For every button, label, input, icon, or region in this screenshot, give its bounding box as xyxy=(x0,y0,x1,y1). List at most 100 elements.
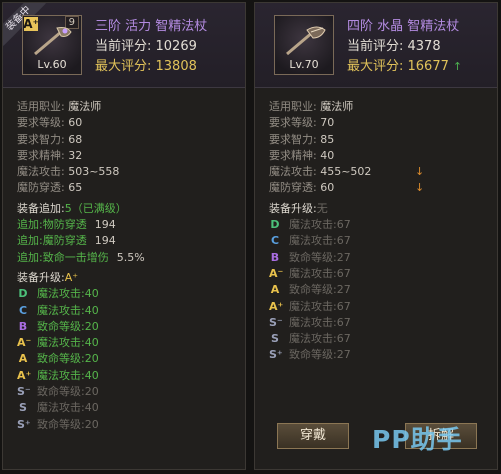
grade-icon: S xyxy=(19,401,27,415)
compare-item-tooltip: Lv.70 四阶 水晶 智精法杖 当前评分: 4378 最大评分: 16677 ↑… xyxy=(254,2,498,470)
grade-icon: C xyxy=(270,234,280,248)
upgrade-text: 致命等级:20 xyxy=(37,417,99,431)
item-header: 装备中 A⁺ 9 Lv.60 三阶 活力 智精法杖 当前评分: 10269 最大… xyxy=(3,3,245,88)
grade-icon: S xyxy=(271,332,279,346)
item-name: 四阶 水晶 智精法杖 xyxy=(347,19,460,34)
stat-label: 要求等级: xyxy=(269,116,321,130)
max-score: 最大评分: 13808 xyxy=(95,59,197,74)
stat-label: 要求智力: xyxy=(17,132,69,146)
grade-icon: A⁻ xyxy=(17,336,32,350)
grade-icon: A xyxy=(18,352,28,366)
stat-value: 60 xyxy=(320,181,335,195)
upgrade-text: 致命等级:20 xyxy=(37,385,99,399)
upgrade-text: 魔法攻击:67 xyxy=(289,218,351,232)
grade-icon: A xyxy=(270,283,280,297)
stat-value: 68 xyxy=(68,132,83,146)
upgrade-row: S⁻ 致命等级:20 xyxy=(17,384,237,400)
enhance-value: 5.5% xyxy=(116,250,145,264)
grade-icon: S⁻ xyxy=(269,315,283,329)
stat-label: 魔法攻击: xyxy=(269,165,321,179)
enhance-label: 追加:魔防穿透 xyxy=(17,234,87,248)
upgrade-text: 致命等级:27 xyxy=(289,250,351,264)
stat-row: 要求等级: 70 xyxy=(269,115,489,131)
upgrade-text: 魔法攻击:67 xyxy=(289,234,351,248)
grade-icon: A⁻ xyxy=(269,266,284,280)
current-score: 当前评分: 10269 xyxy=(95,39,197,54)
upgrade-title: 装备升级:A⁺ xyxy=(17,270,237,286)
upgrade-row: C 魔法攻击:40 xyxy=(17,303,237,319)
upgrade-row: S 魔法攻击:40 xyxy=(17,400,237,416)
stat-value: 60 xyxy=(68,116,83,130)
enhance-value: 194 xyxy=(94,218,116,232)
upgrade-row: D 魔法攻击:40 xyxy=(17,286,237,302)
item-stats: 适用职业: 魔法师 要求等级: 60 要求智力: 68 要求精神: 32 魔法攻击: 5… xyxy=(17,99,237,433)
upgrade-text: 魔法攻击:67 xyxy=(289,266,351,280)
stat-row: 要求精神: 32 xyxy=(17,148,237,164)
stat-row: 魔法攻击: 503~558 xyxy=(17,164,237,180)
stat-row: 要求等级: 60 xyxy=(17,115,237,131)
upgrade-text: 魔法攻击:40 xyxy=(37,336,99,350)
enhance-row: 追加:魔防穿透 194 xyxy=(17,233,237,249)
item-level: Lv.60 xyxy=(37,58,67,71)
upgrade-row: S⁻ 魔法攻击:67 xyxy=(269,315,489,331)
item-stats: 适用职业: 魔法师 要求等级: 70 要求智力: 85 要求精神: 40 魔法攻击: 4… xyxy=(269,99,489,364)
enhance-row: 追加:致命一击增伤 5.5% xyxy=(17,250,237,266)
upgrade-row: S⁺ 致命等级:20 xyxy=(17,417,237,433)
item-name: 三阶 活力 智精法杖 xyxy=(95,19,208,34)
upgrade-text: 魔法攻击:67 xyxy=(289,299,351,313)
upgrade-row: S⁺ 致命等级:27 xyxy=(269,347,489,363)
upgrade-row: B 致命等级:27 xyxy=(269,250,489,266)
stat-label: 魔防穿透: xyxy=(269,181,321,195)
upgrade-row: A 致命等级:20 xyxy=(17,351,237,367)
upgrade-row: D 魔法攻击:67 xyxy=(269,217,489,233)
upgrade-title-label: 装备升级: xyxy=(269,201,317,215)
upgrade-text: 致命等级:27 xyxy=(289,348,351,362)
enhance-label: 追加:致命一击增伤 xyxy=(17,250,109,264)
item-level: Lv.70 xyxy=(289,58,319,71)
upgrade-row: C 魔法攻击:67 xyxy=(269,233,489,249)
stat-label: 适用职业: xyxy=(17,100,69,113)
staff-icon xyxy=(286,26,326,56)
upgrade-text: 魔法攻击:40 xyxy=(37,401,99,415)
stat-value: 70 xyxy=(320,116,335,130)
stat-row: 魔防穿透: 65 xyxy=(17,180,237,196)
grade-icon: C xyxy=(18,303,28,317)
stat-row: 要求精神: 40 xyxy=(269,148,489,164)
stat-value: 85 xyxy=(320,132,335,146)
grade-icon: A⁺ xyxy=(269,299,284,313)
item-icon-slot: Lv.70 xyxy=(274,15,334,75)
stat-row: 魔法攻击: 455~502 ↓ xyxy=(269,164,489,180)
grade-icon: S⁻ xyxy=(17,385,31,399)
item-icon-slot: A⁺ 9 Lv.60 xyxy=(22,15,82,75)
stat-label: 要求智力: xyxy=(269,132,321,146)
upgrade-row: A 致命等级:27 xyxy=(269,282,489,298)
upgrade-row: A⁺ 魔法攻击:67 xyxy=(269,299,489,315)
stat-row: 魔防穿透: 60 ↓ xyxy=(269,180,489,196)
upgrade-text: 魔法攻击:40 xyxy=(37,287,99,301)
upgrade-row: B 致命等级:20 xyxy=(17,319,237,335)
item-header: Lv.70 四阶 水晶 智精法杖 当前评分: 4378 最大评分: 16677 ↑ xyxy=(255,3,497,88)
enhance-row: 追加:物防穿透 194 xyxy=(17,217,237,233)
up-arrow-icon: ↑ xyxy=(452,60,463,73)
upgrade-grade: A⁺ xyxy=(64,270,79,284)
down-arrow-icon: ↓ xyxy=(415,165,425,179)
enhance-title-label: 装备追加: xyxy=(17,201,65,215)
stat-label: 适用职业: xyxy=(269,100,321,113)
stat-label: 魔法攻击: xyxy=(17,165,69,179)
grade-icon: A⁺ xyxy=(17,368,32,382)
upgrade-value: 无 xyxy=(316,201,328,215)
upgrade-text: 魔法攻击:40 xyxy=(37,303,99,317)
stat-value: 455~502 xyxy=(320,165,372,179)
upgrade-title-label: 装备升级: xyxy=(17,270,65,284)
watermark: PP助手 xyxy=(372,425,463,454)
upgrade-row: A⁻ 魔法攻击:67 xyxy=(269,266,489,282)
upgrade-row: A⁺ 魔法攻击:40 xyxy=(17,368,237,384)
stat-row: 要求智力: 68 xyxy=(17,132,237,148)
stat-label: 要求等级: xyxy=(17,116,69,130)
enhance-level: 5（已满级） xyxy=(64,201,127,215)
stat-row: 适用职业: 魔法师 xyxy=(17,99,237,115)
stat-label: 要求精神: xyxy=(269,148,321,162)
max-score: 最大评分: 16677 ↑ xyxy=(347,59,463,74)
upgrade-row: S 魔法攻击:67 xyxy=(269,331,489,347)
wear-button[interactable]: 穿戴 xyxy=(277,423,349,449)
